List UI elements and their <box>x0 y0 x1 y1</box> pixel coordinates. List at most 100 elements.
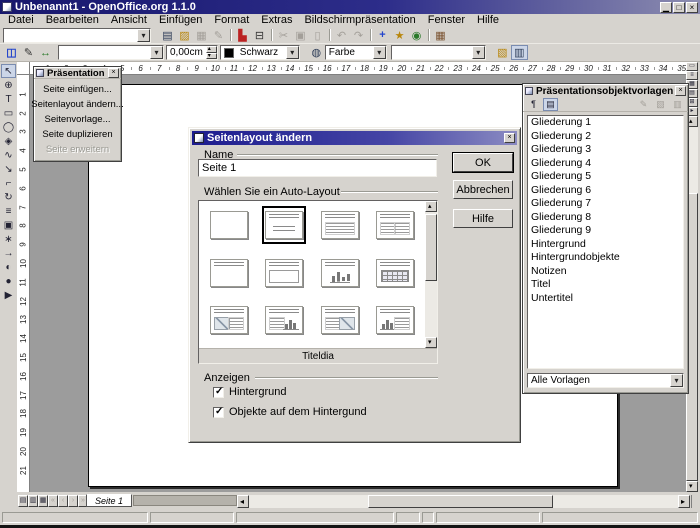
menu-item[interactable]: Ansicht <box>105 14 153 27</box>
style-item[interactable]: Gliederung 1 <box>528 116 683 130</box>
line-style-combobox[interactable] <box>58 45 164 60</box>
layout-title-content[interactable] <box>318 206 362 244</box>
save-icon[interactable]: ▦ <box>193 28 210 43</box>
layout-title-subtitle[interactable] <box>262 206 306 244</box>
navigator-icon[interactable]: + <box>374 28 391 43</box>
dropdown-arrow-icon[interactable] <box>670 374 683 387</box>
layout-title-chart[interactable] <box>318 254 362 292</box>
3d-objects-icon[interactable]: ◈ <box>1 134 16 148</box>
palette-title-bar[interactable]: Präsentation × <box>34 67 121 79</box>
menu-item[interactable]: Datei <box>2 14 40 27</box>
layout-title-table[interactable] <box>373 254 417 292</box>
controls-icon[interactable]: ◉ <box>408 28 425 43</box>
style-item[interactable]: Hintergrund <box>528 238 683 252</box>
alignment-icon[interactable]: ≡ <box>1 204 16 218</box>
duplicate-page-item[interactable]: Seite duplizieren <box>34 127 121 142</box>
scrollbar-thumb[interactable] <box>368 495 553 508</box>
layout-chart-text[interactable] <box>373 301 417 339</box>
layout-picture-text[interactable] <box>207 301 251 339</box>
line-width-spinner[interactable]: 0,00cm <box>166 45 218 60</box>
insert-object-icon[interactable]: ★ <box>391 28 408 43</box>
page-name-input[interactable] <box>198 159 437 177</box>
background-checkbox[interactable] <box>213 387 224 398</box>
menu-item[interactable]: Hilfe <box>471 14 505 27</box>
3d-controller-icon[interactable]: ◐ <box>1 260 16 274</box>
scroll-down-icon[interactable] <box>425 337 437 348</box>
ok-button[interactable]: OK <box>453 153 513 172</box>
effects-icon[interactable]: ∗ <box>1 232 16 246</box>
scrollbar-track[interactable] <box>425 212 437 337</box>
line-color-combobox[interactable]: Schwarz <box>220 45 300 60</box>
curve-icon[interactable]: ∿ <box>1 148 16 162</box>
dropdown-arrow-icon[interactable] <box>137 29 150 42</box>
print-icon[interactable]: ⊟ <box>251 28 268 43</box>
undo-icon[interactable]: ↶ <box>333 28 350 43</box>
paragraph-styles-icon[interactable]: ¶ <box>526 98 541 111</box>
master-mode-icon[interactable]: ▥ <box>28 495 38 507</box>
url-combobox[interactable] <box>3 28 151 43</box>
background-objects-checkbox[interactable] <box>213 407 224 418</box>
style-filter-combobox[interactable]: Alle Vorlagen <box>527 373 684 388</box>
spin-down-icon[interactable] <box>206 53 217 60</box>
style-item[interactable]: Gliederung 9 <box>528 224 683 238</box>
new-document-icon[interactable]: ▤ <box>159 28 176 43</box>
style-item[interactable]: Gliederung 3 <box>528 143 683 157</box>
style-item[interactable]: Notizen <box>528 265 683 279</box>
first-page-icon[interactable]: « <box>48 495 58 507</box>
restore-button[interactable]: □ <box>673 2 685 13</box>
scrollbar-track[interactable] <box>249 495 678 508</box>
dropdown-arrow-icon[interactable] <box>286 46 299 59</box>
dialog-close-button[interactable]: × <box>504 133 515 143</box>
select-icon[interactable]: ↖ <box>1 64 16 78</box>
update-style-icon[interactable]: ▥ <box>670 98 685 111</box>
copy-icon[interactable]: ▣ <box>292 28 309 43</box>
new-style-icon[interactable]: ▧ <box>653 98 668 111</box>
interaction-icon[interactable]: → <box>1 246 16 260</box>
export-pdf-icon[interactable]: ▙ <box>234 28 251 43</box>
scroll-right-icon[interactable] <box>678 495 690 508</box>
gluepoints-icon[interactable]: ● <box>1 274 16 288</box>
modify-page-layout-item[interactable]: Seitenlayout ändern... <box>34 97 121 112</box>
arrowheads-icon[interactable]: ↔ <box>37 45 54 60</box>
stylist-title-bar[interactable]: Präsentationsobjektvorlagen × <box>523 84 688 97</box>
style-item[interactable]: Gliederung 6 <box>528 184 683 198</box>
dialog-title-bar[interactable]: Seitenlayout ändern × <box>192 131 517 145</box>
stylist-close-button[interactable]: × <box>675 86 686 96</box>
presentation-box-icon[interactable]: ▥ <box>511 45 528 60</box>
arrange-icon[interactable]: ▣ <box>1 218 16 232</box>
menu-item[interactable]: Einfügen <box>153 14 208 27</box>
scroll-up-icon[interactable] <box>425 201 437 212</box>
help-button[interactable]: Hilfe <box>453 209 513 228</box>
menu-item[interactable]: Bildschirmpräsentation <box>298 14 421 27</box>
connector-icon[interactable]: ⌐ <box>1 176 16 190</box>
palette-close-button[interactable]: × <box>108 68 119 78</box>
pen-icon[interactable]: ✎ <box>20 45 37 60</box>
minimize-button[interactable]: ▁ <box>660 2 672 13</box>
layout-blank[interactable] <box>207 206 251 244</box>
rectangle-icon[interactable]: ▭ <box>1 106 16 120</box>
dropdown-arrow-icon[interactable] <box>472 46 485 59</box>
drawing-view-icon[interactable]: ▭ <box>686 62 698 71</box>
fill-color-icon[interactable]: ◍ <box>308 45 325 60</box>
insert-page-item[interactable]: Seite einfügen... <box>34 82 121 97</box>
style-item[interactable]: Gliederung 8 <box>528 211 683 225</box>
shadow-icon[interactable]: ▧ <box>494 45 511 60</box>
dropdown-arrow-icon[interactable] <box>373 46 386 59</box>
layer-mode-icon[interactable]: ▦ <box>38 495 48 507</box>
edit-file-icon[interactable]: ✎ <box>210 28 227 43</box>
page-mode-icon[interactable]: ▤ <box>18 495 28 507</box>
dropdown-arrow-icon[interactable] <box>150 46 163 59</box>
layout-text-picture[interactable] <box>318 301 362 339</box>
style-item[interactable]: Hintergrundobjekte <box>528 251 683 265</box>
rotate-icon[interactable]: ↻ <box>1 190 16 204</box>
gallery-icon[interactable]: ▦ <box>432 28 449 43</box>
open-icon[interactable]: ▨ <box>176 28 193 43</box>
menu-item[interactable]: Format <box>208 14 255 27</box>
style-item[interactable]: Gliederung 4 <box>528 157 683 171</box>
menu-item[interactable]: Fenster <box>422 14 471 27</box>
expand-page-item[interactable]: Seite erweitern <box>34 142 121 157</box>
zoom-page-icon[interactable]: ◫ <box>3 45 20 60</box>
fill-type-combobox[interactable]: Farbe <box>325 45 387 60</box>
prev-page-icon[interactable]: ‹ <box>58 495 68 507</box>
paste-icon[interactable]: ▯ <box>309 28 326 43</box>
